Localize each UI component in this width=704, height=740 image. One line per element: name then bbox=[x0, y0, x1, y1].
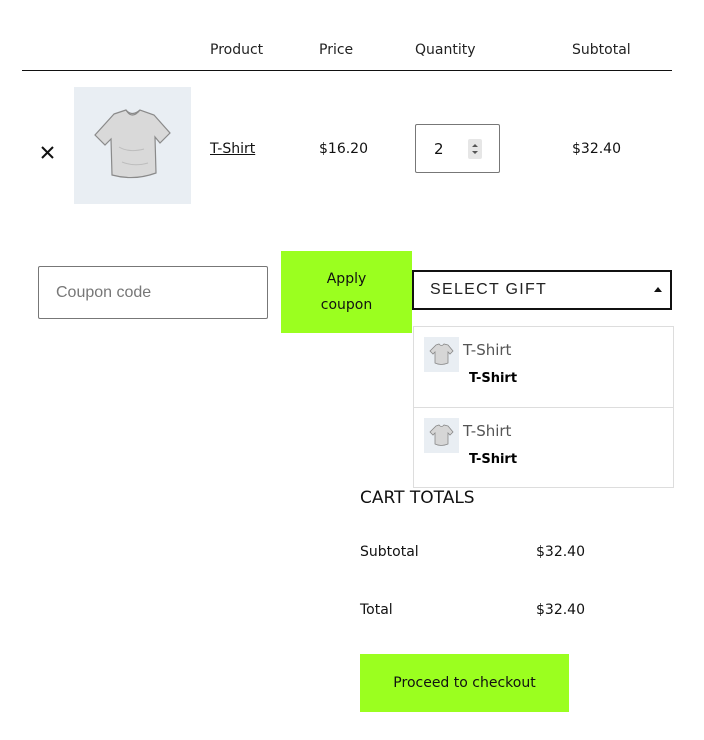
gift-option[interactable]: T-Shirt T-Shirt bbox=[414, 407, 673, 488]
gift-thumbnail bbox=[424, 418, 459, 453]
spinner-arrows-icon[interactable] bbox=[468, 139, 482, 159]
t-shirt-image bbox=[94, 109, 171, 179]
item-price: $16.20 bbox=[319, 141, 368, 157]
select-gift-dropdown[interactable]: SELECT GIFT bbox=[412, 270, 672, 310]
proceed-to-checkout-button[interactable]: Proceed to checkout bbox=[360, 654, 569, 712]
select-gift-label: SELECT GIFT bbox=[430, 281, 548, 298]
close-icon bbox=[41, 146, 54, 159]
gift-thumbnail bbox=[424, 337, 459, 372]
quantity-stepper[interactable]: 2 bbox=[415, 124, 500, 173]
t-shirt-icon bbox=[429, 424, 454, 446]
header-subtotal: Subtotal bbox=[572, 42, 631, 58]
header-quantity: Quantity bbox=[415, 42, 476, 58]
header-price: Price bbox=[319, 42, 354, 58]
apply-coupon-label-line2: coupon bbox=[320, 297, 373, 313]
totals-subtotal-label: Subtotal bbox=[360, 544, 419, 560]
gift-options-list: T-Shirt T-Shirt T-Shirt T-Shirt bbox=[413, 326, 674, 488]
item-subtotal: $32.40 bbox=[572, 141, 621, 157]
apply-coupon-button[interactable]: Apply coupon bbox=[281, 251, 412, 333]
product-thumbnail[interactable] bbox=[74, 87, 191, 204]
gift-option-title: T-Shirt bbox=[469, 452, 518, 467]
t-shirt-icon bbox=[429, 343, 454, 365]
gift-option-title: T-Shirt bbox=[469, 371, 518, 386]
remove-item-button[interactable] bbox=[36, 140, 60, 164]
coupon-code-input[interactable]: Coupon code bbox=[38, 266, 268, 319]
totals-total-value: $32.40 bbox=[536, 602, 585, 618]
quantity-value[interactable]: 2 bbox=[434, 140, 444, 158]
gift-option-name: T-Shirt bbox=[463, 422, 512, 440]
apply-coupon-label-line1: Apply bbox=[326, 271, 367, 287]
gift-option[interactable]: T-Shirt T-Shirt bbox=[414, 327, 673, 407]
cart-totals-title: CART TOTALS bbox=[360, 488, 475, 508]
header-divider bbox=[22, 70, 672, 71]
totals-total-label: Total bbox=[360, 602, 393, 618]
header-product: Product bbox=[210, 42, 264, 58]
product-name-link[interactable]: T-Shirt bbox=[210, 141, 255, 157]
caret-up-icon bbox=[654, 287, 662, 292]
gift-option-name: T-Shirt bbox=[463, 341, 512, 359]
totals-subtotal-value: $32.40 bbox=[536, 544, 585, 560]
